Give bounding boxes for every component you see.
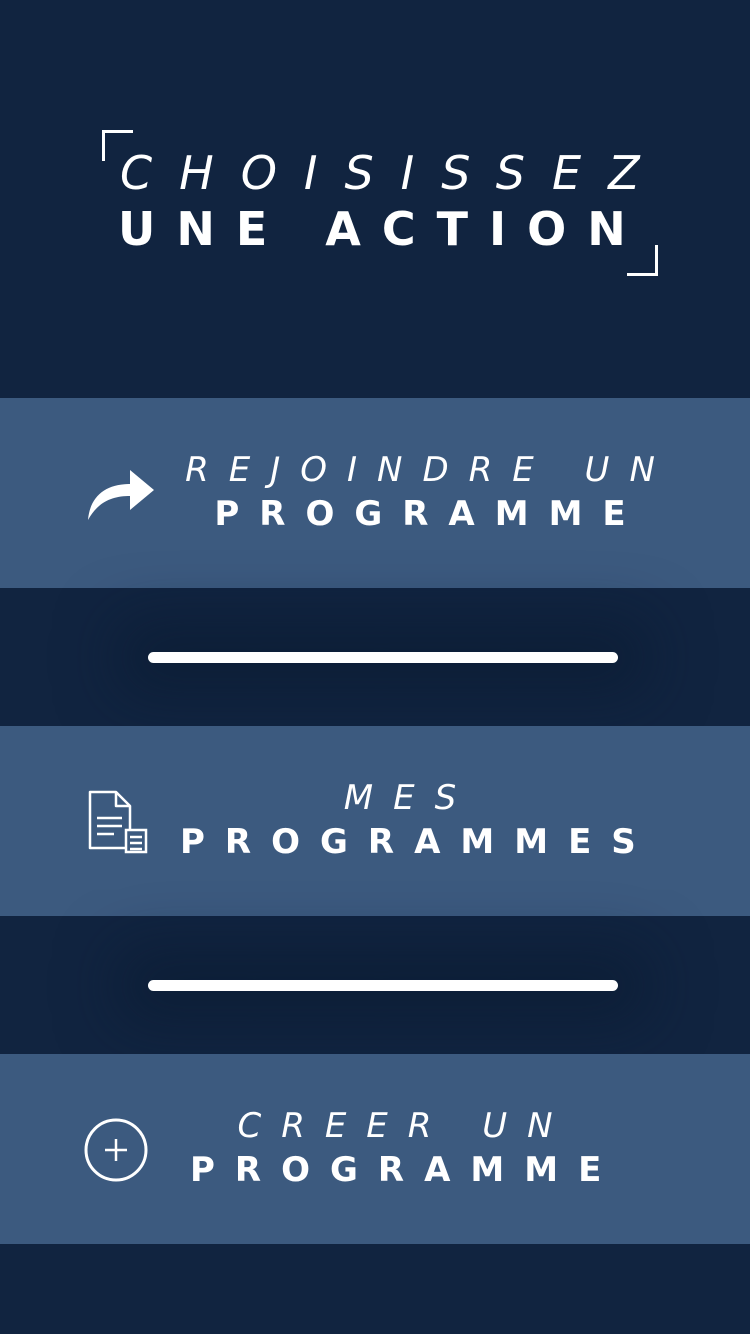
my-programs-label-line1: MES [343, 778, 477, 818]
join-program-label: REJOINDRE UN PROGRAMME [180, 448, 680, 538]
my-programs-label: MES PROGRAMMES [180, 776, 640, 866]
page-title-line2: UNE ACTION [118, 202, 647, 256]
my-programs-button[interactable]: MES PROGRAMMES [0, 726, 750, 916]
header: CHOISISSEZ UNE ACTION [0, 0, 750, 398]
create-program-button[interactable]: CREER UN PROGRAMME [0, 1054, 750, 1244]
join-program-button[interactable]: REJOINDRE UN PROGRAMME [0, 398, 750, 588]
page-title-line1: CHOISISSEZ [120, 146, 667, 200]
create-program-label: CREER UN PROGRAMME [190, 1104, 620, 1194]
document-icon [84, 786, 156, 858]
plus-circle-icon [84, 1114, 156, 1186]
share-arrow-icon [84, 458, 156, 530]
create-program-label-line1: CREER UN [237, 1106, 573, 1146]
join-program-label-line1: REJOINDRE UN [185, 450, 675, 490]
my-programs-label-line2: PROGRAMMES [180, 822, 656, 862]
create-program-label-line2: PROGRAMME [190, 1150, 622, 1190]
action-chooser-screen: CHOISISSEZ UNE ACTION REJOINDRE UN PROGR… [0, 0, 750, 1334]
divider [148, 652, 618, 663]
divider [148, 980, 618, 991]
frame-corner-bottom-right [627, 245, 658, 276]
join-program-label-line2: PROGRAMME [214, 494, 646, 534]
